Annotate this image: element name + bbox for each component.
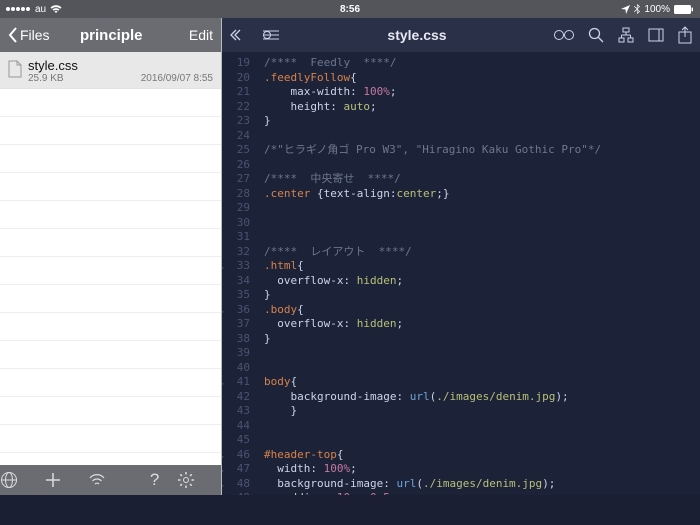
panel-icon[interactable]: [648, 28, 664, 42]
list-item: [0, 425, 221, 453]
editor-header: style.css: [222, 18, 700, 52]
outline-icon[interactable]: [262, 28, 280, 42]
back-label: Files: [20, 27, 50, 43]
wifi-sync-icon[interactable]: [88, 473, 132, 487]
battery-label: 100%: [644, 4, 670, 15]
file-size: 25.9 KB: [28, 73, 64, 84]
file-icon: [8, 58, 28, 84]
list-item: [0, 145, 221, 173]
list-item: [0, 229, 221, 257]
tree-icon[interactable]: [618, 27, 634, 43]
list-item: [0, 257, 221, 285]
chevron-left-icon: [8, 27, 18, 43]
list-item: [0, 341, 221, 369]
signal-dots-icon: [6, 4, 31, 15]
file-date: 2016/09/07 8:55: [141, 73, 213, 84]
search-icon[interactable]: [588, 27, 604, 43]
battery-icon: [674, 5, 694, 14]
file-sidebar: Files principle Edit style.css 25.9 KB 2…: [0, 18, 222, 495]
location-icon: [621, 5, 630, 14]
list-item: [0, 369, 221, 397]
editor-back-icon[interactable]: [230, 28, 248, 42]
list-item: [0, 397, 221, 425]
wifi-icon: [50, 5, 62, 14]
list-item: [0, 89, 221, 117]
bluetooth-icon: [634, 4, 640, 14]
edit-button[interactable]: Edit: [189, 27, 213, 43]
sidebar-footer: ?: [0, 465, 221, 495]
list-item: [0, 285, 221, 313]
list-item: [0, 173, 221, 201]
add-icon[interactable]: [44, 471, 88, 489]
line-gutter: 192021222324252627282930313233▸343536▸37…: [222, 52, 258, 495]
code-content[interactable]: /**** Feedly ****/.feedlyFollow{ max-wid…: [258, 52, 700, 495]
list-item: [0, 117, 221, 145]
preview-icon[interactable]: [554, 29, 574, 41]
file-row[interactable]: style.css 25.9 KB 2016/09/07 8:55: [0, 52, 221, 89]
editor-body[interactable]: 192021222324252627282930313233▸343536▸37…: [222, 52, 700, 495]
clock: 8:56: [340, 4, 360, 15]
sidebar-title: principle: [80, 27, 143, 44]
globe-icon[interactable]: [0, 471, 44, 489]
share-icon[interactable]: [678, 26, 692, 44]
code-editor: style.css 192021222324252627282930313233…: [222, 18, 700, 495]
editor-title: style.css: [387, 27, 446, 43]
list-item: [0, 453, 221, 465]
ios-status-bar: au 8:56 100%: [0, 0, 700, 18]
file-list: style.css 25.9 KB 2016/09/07 8:55: [0, 52, 221, 465]
back-button[interactable]: Files: [8, 27, 50, 43]
list-item: [0, 313, 221, 341]
sidebar-header: Files principle Edit: [0, 18, 221, 52]
list-item: [0, 201, 221, 229]
gear-icon[interactable]: [177, 471, 221, 489]
carrier-label: au: [35, 4, 46, 15]
file-name: style.css: [28, 58, 213, 73]
help-icon[interactable]: ?: [133, 470, 177, 490]
